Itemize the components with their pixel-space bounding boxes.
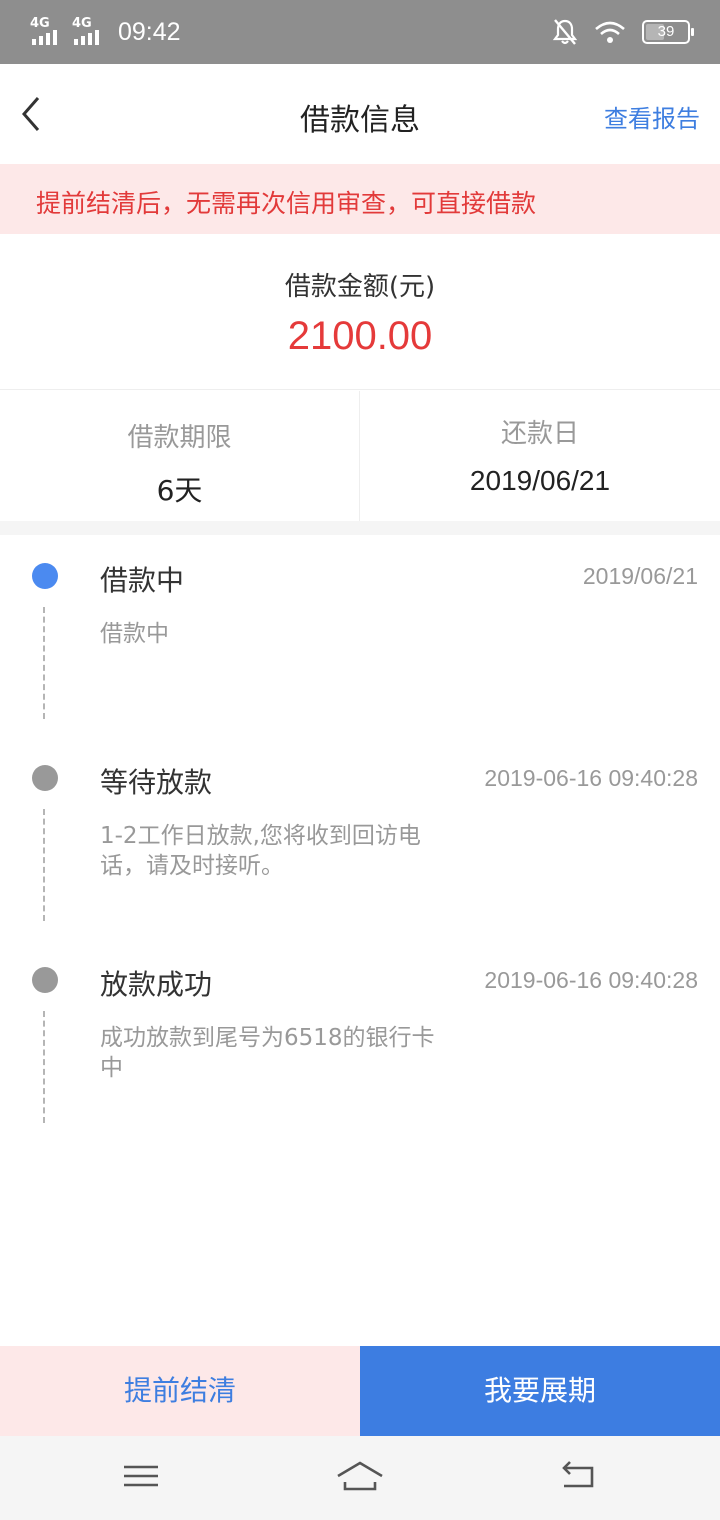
app-header: 借款信息 查看报告 <box>0 64 720 164</box>
loan-amount-section: 借款金额(元) 2100.00 <box>0 234 720 390</box>
due-date-label: 还款日 <box>500 419 579 449</box>
signal-4g-icon: 4G <box>72 17 106 47</box>
loan-term-value: 6天 <box>156 474 203 507</box>
section-divider <box>0 521 720 535</box>
notice-banner: 提前结清后，无需再次信用审查，可直接借款 <box>0 164 720 234</box>
notifications-off-icon <box>552 19 578 45</box>
timeline-time: 2019-06-16 09:40:28 <box>484 967 698 993</box>
timeline-time: 2019-06-16 09:40:28 <box>484 765 698 791</box>
timeline-connector <box>43 607 45 719</box>
timeline-dot <box>32 967 58 993</box>
due-date-value: 2019/06/21 <box>469 465 611 496</box>
timeline-item: 等待放款 2019-06-16 09:40:28 1-2工作日放款,您将收到回访… <box>0 737 720 937</box>
battery-icon: 39 <box>642 20 694 44</box>
early-payoff-button[interactable]: 提前结清 <box>0 1346 360 1436</box>
menu-icon[interactable] <box>118 1456 164 1496</box>
timeline-title: 借款中 <box>100 564 185 597</box>
status-left: 4G 4G 09:42 <box>30 16 181 48</box>
loan-term-label: 借款期限 <box>127 423 232 453</box>
due-date-cell: 还款日 2019/06/21 <box>360 391 720 521</box>
timeline-description: 1-2工作日放款,您将收到回访电话，请及时接听。 <box>100 823 421 879</box>
loan-amount-label: 借款金额(元) <box>284 272 436 302</box>
loan-amount-value: 2100.00 <box>287 314 433 358</box>
status-bar: 4G 4G 09:42 39 <box>0 0 720 64</box>
timeline-time: 2019/06/21 <box>582 563 698 589</box>
timeline-description: 成功放款到尾号为6518的银行卡中 <box>100 1025 435 1081</box>
timeline-item: 借款中 2019/06/21 借款中 <box>0 535 720 735</box>
timeline-dot <box>32 765 58 791</box>
network-type-label: 4G <box>72 16 92 31</box>
wifi-icon <box>595 21 625 43</box>
timeline-title: 放款成功 <box>100 968 213 1001</box>
home-icon[interactable] <box>335 1456 385 1496</box>
network-type-label: 4G <box>30 16 50 31</box>
status-right: 39 <box>552 18 694 46</box>
loan-info-grid: 借款期限 6天 还款日 2019/06/21 <box>0 391 720 521</box>
timeline-connector <box>43 1011 45 1123</box>
timeline-title: 等待放款 <box>100 766 213 799</box>
timeline-dot-active <box>32 563 58 589</box>
timeline-item: 放款成功 2019-06-16 09:40:28 成功放款到尾号为6518的银行… <box>0 939 720 1139</box>
back-nav-icon[interactable] <box>556 1456 602 1496</box>
battery-level: 39 <box>657 23 675 40</box>
loan-term-cell: 借款期限 6天 <box>0 391 360 521</box>
signal-4g-icon: 4G <box>30 17 64 47</box>
system-nav-bar <box>0 1436 720 1520</box>
view-report-link[interactable]: 查看报告 <box>604 99 700 134</box>
bottom-actions: 提前结清 我要展期 <box>0 1346 720 1436</box>
timeline-description: 借款中 <box>100 621 169 647</box>
extend-loan-button[interactable]: 我要展期 <box>360 1346 720 1436</box>
notice-text: 提前结清后，无需再次信用审查，可直接借款 <box>36 189 537 218</box>
status-time: 09:42 <box>118 18 181 46</box>
timeline-connector <box>43 809 45 921</box>
